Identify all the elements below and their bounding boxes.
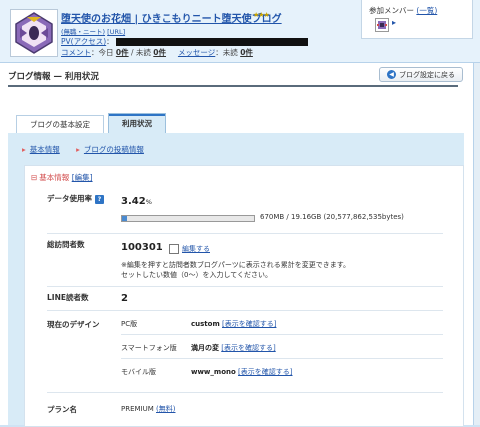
message-unread-label: ：未読 [215, 48, 238, 57]
subnav-arrow-icon: ▸ [22, 145, 26, 154]
design-device-pc: PC版 [121, 320, 138, 328]
design-row-smartphone: スマートフォン版 満月の変 [表示を確認する] [121, 343, 276, 353]
design-preview-link-pc[interactable]: [表示を確認する] [222, 320, 276, 328]
title-underline [8, 85, 458, 87]
basic-info-box: ⊟ 基本情報 [編集] データ使用率? 3.42% 670MB / 19.16GB… [24, 165, 464, 427]
row-divider [47, 310, 443, 311]
usage-percent-unit: % [145, 198, 152, 206]
comment-link[interactable]: コメント [61, 48, 91, 57]
pv-link[interactable]: PV(アクセス) [61, 37, 106, 46]
visitors-note: ※編集を押すと訪問者数ブログパーツに表示される累計を変更できます。 セットしたい… [121, 260, 350, 280]
usage-percent: 3.42% [121, 196, 152, 207]
genre-line: (無職・ニート) [URL] [61, 26, 125, 36]
pv-separator: ： [106, 37, 114, 46]
usage-size-text: 670MB / 19.16GB (20,577,862,535bytes) [260, 213, 404, 221]
avatar-emblem-icon [11, 10, 57, 56]
member-emblem-icon [377, 21, 387, 29]
row-divider [121, 358, 443, 359]
row-divider [47, 233, 443, 234]
subnav-arrow-icon: ▸ [76, 145, 80, 154]
blog-avatar[interactable] [10, 9, 58, 57]
row-divider [121, 334, 443, 335]
design-device-smartphone: スマートフォン版 [121, 344, 177, 352]
comment-unread-count[interactable]: 0件 [153, 48, 166, 57]
plan-row: PREMIUM (無料) [121, 404, 175, 414]
member-avatar-icon[interactable] [375, 18, 389, 32]
sub-navigation: ▸ 基本情報 ▸ ブログの投稿情報 [22, 144, 158, 155]
member-next-arrow-icon[interactable]: ▸ [392, 18, 396, 27]
line-readers-value: 2 [121, 293, 128, 304]
comment-today-count[interactable]: 0件 [116, 48, 129, 57]
visitors-note-line2: セットしたい数値（0〜）を入力してください。 [121, 271, 273, 279]
line-readers-label: LINE読者数 [47, 293, 89, 302]
members-box: 参加メンバー (一覧) ▸ [361, 0, 473, 39]
back-arrow-icon: ◀ [387, 70, 396, 79]
plan-value: PREMIUM [121, 405, 154, 413]
visitors-note-line1: ※編集を押すと訪問者数ブログパーツに表示される累計を変更できます。 [121, 261, 351, 269]
members-title: 参加メンバー (一覧) [369, 5, 437, 16]
blog-title-link[interactable]: 堕天使のお花畑 | ひきこもりニート堕天使ブログ [61, 10, 282, 25]
help-icon[interactable]: ? [95, 194, 104, 204]
basic-info-heading: ⊟ 基本情報 [編集] [31, 172, 93, 183]
stats-row: コメント：今日 0件 / 未読 0件 メッセージ：未読 0件 [61, 47, 253, 58]
design-row-mobile: モバイル版 www_mono [表示を確認する] [121, 367, 293, 377]
usage-percent-value: 3.42 [121, 196, 146, 207]
visitors-edit-button[interactable]: 編集する [169, 244, 210, 254]
blog-header: 堕天使のお花畑 | ひきこもりニート堕天使ブログ ★★★ (無職・ニート) [U… [0, 0, 480, 63]
design-device-mobile: モバイル版 [121, 368, 156, 376]
message-link[interactable]: メッセージ [178, 48, 215, 57]
usage-panel: ▸ 基本情報 ▸ ブログの投稿情報 ⊟ 基本情報 [編集] データ使用率? 3.42%… [8, 133, 464, 427]
url-link[interactable]: [URL] [107, 28, 125, 36]
back-button-label: ブログ設定に戻る [399, 70, 455, 79]
row-divider [47, 392, 443, 393]
row-divider [47, 286, 443, 287]
plan-label: プラン名 [47, 405, 77, 414]
subnav-post-info[interactable]: ブログの投稿情報 [84, 145, 144, 154]
usage-progress-fill [122, 216, 127, 221]
visitors-value: 100301 [121, 242, 163, 253]
edit-pencil-icon [169, 244, 179, 254]
back-to-settings-button[interactable]: ◀ ブログ設定に戻る [379, 67, 463, 82]
data-usage-label-row: データ使用率? [47, 193, 104, 204]
pv-redaction-bar [115, 38, 308, 46]
members-label: 参加メンバー [369, 6, 414, 15]
design-row-pc: PC版 custom [表示を確認する] [121, 319, 276, 329]
rating-stars: ★★★ [253, 11, 270, 19]
subnav-basic-info[interactable]: 基本情報 [30, 145, 60, 154]
design-theme-mobile: www_mono [191, 368, 236, 376]
design-preview-link-smartphone[interactable]: [表示を確認する] [221, 344, 275, 352]
design-theme-smartphone: 満月の変 [191, 344, 219, 352]
design-theme-pc: custom [191, 320, 220, 328]
main-content: ブログ情報 — 利用状況 ◀ ブログ設定に戻る ブログの基本設定 利用状況 ▸ 基… [0, 63, 473, 427]
page-title: ブログ情報 — 利用状況 [8, 72, 99, 82]
plan-link[interactable]: (無料) [156, 405, 175, 413]
basic-info-edit-link[interactable]: [編集] [72, 173, 93, 182]
message-unread-count[interactable]: 0件 [240, 48, 253, 57]
comment-unread-label: / 未読 [128, 48, 151, 57]
visitors-edit-label: 編集する [182, 245, 210, 253]
basic-info-title: 基本情報 [39, 173, 70, 182]
members-list-link[interactable]: (一覧) [416, 6, 437, 15]
design-preview-link-mobile[interactable]: [表示を確認する] [238, 368, 292, 376]
page-scrollbar[interactable] [473, 63, 480, 425]
genre-link[interactable]: (無職・ニート) [61, 28, 105, 36]
tab-usage[interactable]: 利用状況 [108, 113, 166, 133]
tab-basic-settings[interactable]: ブログの基本設定 [16, 115, 104, 133]
section-bullet-icon: ⊟ [31, 173, 38, 182]
comment-today-label: ：今日 [91, 48, 114, 57]
visitors-label: 総訪問者数 [47, 240, 85, 249]
data-usage-label: データ使用率 [47, 194, 92, 203]
usage-progress-bar [121, 215, 255, 222]
pv-row: PV(アクセス)： [61, 36, 308, 47]
design-label: 現在のデザイン [47, 320, 100, 329]
